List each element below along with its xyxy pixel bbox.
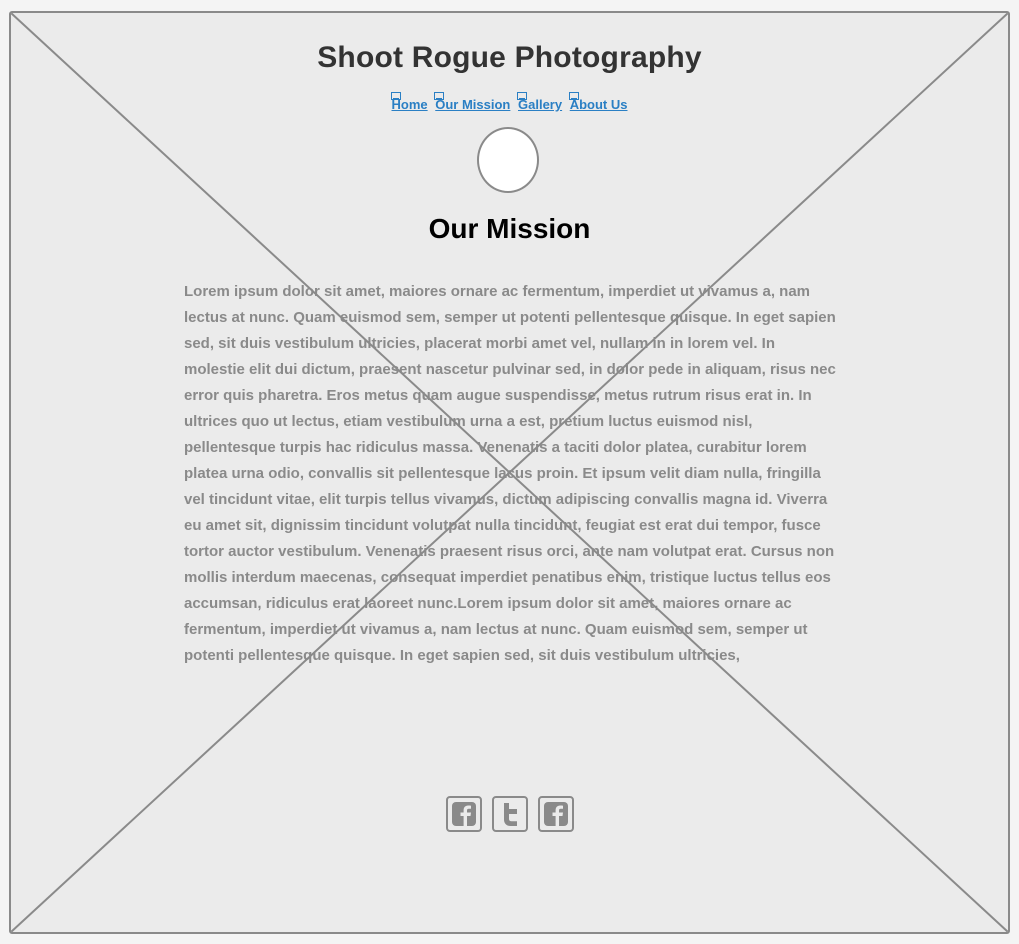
facebook-button[interactable] [537, 796, 574, 832]
facebook-button[interactable] [445, 796, 482, 832]
broken-image-icon [434, 92, 445, 100]
page-heading: Our Mission [428, 213, 591, 244]
broken-image-icon [517, 92, 527, 100]
nav-item-about-us[interactable]: About Us [568, 92, 628, 112]
twitter-icon [503, 803, 517, 826]
nav-link-our-mission[interactable]: Our Mission [435, 97, 510, 112]
facebook-icon [451, 802, 476, 826]
mission-body-text: Lorem ipsum dolor sit amet, maiores orna… [184, 283, 836, 664]
nav-item-our-mission[interactable]: Our Mission [434, 92, 510, 112]
site-title: Shoot Rogue Photography [317, 41, 702, 74]
social-links [11, 796, 1008, 832]
broken-image-icon [568, 92, 579, 100]
main-nav: Home Our Mission Gallery About Us [11, 92, 1008, 112]
logo-placeholder [477, 127, 539, 193]
facebook-icon [543, 802, 568, 826]
nav-item-home[interactable]: Home [390, 92, 428, 112]
twitter-button[interactable] [491, 796, 528, 832]
broken-image-icon [390, 92, 401, 100]
wireframe-canvas: Shoot Rogue Photography Home Our Mission… [9, 11, 1010, 934]
nav-item-gallery[interactable]: Gallery [517, 92, 562, 112]
